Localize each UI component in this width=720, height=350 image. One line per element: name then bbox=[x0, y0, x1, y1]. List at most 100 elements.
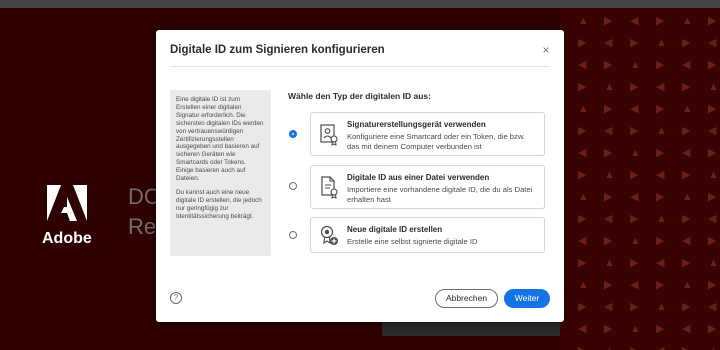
pattern-glyph: ▶ bbox=[578, 81, 587, 93]
file-certificate-icon bbox=[321, 176, 338, 199]
pattern-glyph: ▶ bbox=[682, 301, 691, 313]
pattern-glyph: ▲ bbox=[682, 191, 693, 203]
pattern-glyph: ▶ bbox=[682, 81, 691, 93]
pattern-glyph: ▶ bbox=[630, 257, 639, 269]
pattern-glyph: ▲ bbox=[578, 279, 589, 291]
pattern-glyph: ▶ bbox=[604, 191, 613, 203]
pattern-glyph: ◀ bbox=[708, 301, 717, 313]
pattern-glyph: ▶ bbox=[578, 37, 587, 49]
id-type-question: Wähle den Typ der digitalen ID aus: bbox=[288, 91, 431, 101]
pattern-glyph: ▶ bbox=[656, 235, 665, 247]
pattern-glyph: ▲ bbox=[682, 103, 693, 115]
pattern-glyph: ◀ bbox=[656, 81, 665, 93]
pattern-glyph: ▶ bbox=[630, 213, 639, 225]
pattern-glyph: ▶ bbox=[656, 59, 665, 71]
pattern-glyph: ▶ bbox=[708, 191, 717, 203]
pattern-glyph: ▶ bbox=[682, 346, 690, 350]
pattern-glyph: ◀ bbox=[630, 279, 639, 291]
pattern-glyph: ▶ bbox=[708, 103, 717, 115]
pattern-glyph: ◀ bbox=[682, 147, 691, 159]
pattern-glyph: ▶ bbox=[630, 301, 639, 313]
device-certificate-icon bbox=[320, 124, 338, 146]
pattern-glyph: ▲ bbox=[708, 346, 719, 350]
pattern-glyph: ▲ bbox=[656, 125, 667, 137]
pattern-glyph: ◀ bbox=[604, 37, 613, 49]
option-title: Neue digitale ID erstellen bbox=[347, 225, 443, 234]
pattern-glyph: ◀ bbox=[604, 125, 613, 137]
pattern-glyph: ▶ bbox=[708, 279, 717, 291]
pattern-glyph: ▶ bbox=[682, 169, 691, 181]
pattern-glyph: ▲ bbox=[708, 81, 719, 93]
window-top-bar bbox=[0, 0, 720, 8]
pattern-glyph: ◀ bbox=[682, 323, 691, 335]
pattern-glyph: ▶ bbox=[682, 125, 691, 137]
pattern-glyph: ▶ bbox=[630, 346, 638, 350]
pattern-glyph: ▲ bbox=[682, 15, 693, 27]
adobe-a-icon bbox=[47, 185, 87, 221]
pattern-glyph: ▶ bbox=[708, 235, 717, 247]
pattern-glyph: ▶ bbox=[656, 103, 665, 115]
info-text-2: Du kannst auch eine neue digitale ID ers… bbox=[176, 188, 262, 220]
pattern-glyph: ▶ bbox=[630, 125, 639, 137]
pattern-glyph: ▶ bbox=[656, 323, 665, 335]
new-id-icon bbox=[320, 225, 338, 245]
pattern-glyph: ▶ bbox=[708, 15, 717, 27]
option-title: Digitale ID aus einer Datei verwenden bbox=[347, 173, 490, 182]
pattern-glyph: ▲ bbox=[604, 169, 615, 181]
pattern-glyph: ▲ bbox=[708, 169, 719, 181]
help-icon[interactable]: ? bbox=[170, 292, 182, 304]
pattern-glyph: ◀ bbox=[578, 147, 587, 159]
pattern-glyph: ◀ bbox=[630, 15, 639, 27]
pattern-glyph: ▲ bbox=[630, 59, 641, 71]
title-divider bbox=[170, 66, 550, 67]
option-new-id[interactable]: Neue digitale ID erstellen Erstelle eine… bbox=[310, 217, 545, 253]
pattern-glyph: ▶ bbox=[578, 169, 587, 181]
pattern-glyph: ▲ bbox=[578, 15, 589, 27]
pattern-glyph: ▶ bbox=[656, 191, 665, 203]
pattern-glyph: ▲ bbox=[682, 279, 693, 291]
pattern-glyph: ▶ bbox=[604, 103, 613, 115]
background-pattern: ▲ ▶ ◀ ▶ ▲ ▶ ◀ ▶ ◀ ▶ ▲ ▶ ◀ ▶ ◀ ▶ ▲ ▶ ◀ ▶ ▲ ▶ ▲ ▶ ◀ ▶ ▲ ▶ ▲ ▶ ◀ ▶ ▲ ▶ ◀ ▶ ◀ ▶ ▲ ▶… bbox=[560, 8, 720, 350]
pattern-glyph: ▲ bbox=[630, 147, 641, 159]
pattern-glyph: ▶ bbox=[578, 213, 587, 225]
radio-new-id[interactable] bbox=[289, 231, 297, 239]
next-button[interactable]: Weiter bbox=[504, 289, 550, 308]
cancel-button[interactable]: Abbrechen bbox=[435, 289, 498, 308]
pattern-glyph: ▲ bbox=[578, 191, 589, 203]
pattern-glyph: ◀ bbox=[708, 213, 717, 225]
option-title: Signaturerstellungsgerät verwenden bbox=[347, 120, 486, 129]
pattern-glyph: ▲ bbox=[708, 257, 719, 269]
pattern-glyph: ◀ bbox=[578, 235, 587, 247]
pattern-glyph: ◀ bbox=[708, 125, 717, 137]
pattern-glyph: ▲ bbox=[656, 37, 667, 49]
option-description: Importiere eine vorhandene digitale ID, … bbox=[347, 185, 533, 204]
pattern-glyph: ◀ bbox=[708, 37, 717, 49]
background-app-title: DC Re bbox=[128, 184, 160, 239]
option-signature-device[interactable]: Signaturerstellungsgerät verwenden Konfi… bbox=[310, 112, 545, 156]
pattern-glyph: ▶ bbox=[682, 37, 691, 49]
adobe-logo: Adobe bbox=[42, 185, 92, 247]
close-icon[interactable]: × bbox=[540, 44, 552, 56]
pattern-glyph: ▶ bbox=[604, 323, 613, 335]
radio-signature-device[interactable] bbox=[289, 130, 297, 138]
radio-id-from-file[interactable] bbox=[289, 182, 297, 190]
option-description: Konfiguriere eine Smartcard oder ein Tok… bbox=[347, 132, 525, 151]
pattern-glyph: ◀ bbox=[682, 235, 691, 247]
pattern-glyph: ▶ bbox=[656, 15, 665, 27]
pattern-glyph: ▲ bbox=[656, 213, 667, 225]
dialog-title: Digitale ID zum Signieren konfigurieren bbox=[170, 44, 385, 56]
pattern-glyph: ▶ bbox=[604, 279, 613, 291]
pattern-glyph: ◀ bbox=[578, 323, 587, 335]
pattern-glyph: ▶ bbox=[578, 301, 587, 313]
pattern-glyph: ◀ bbox=[656, 257, 665, 269]
pattern-glyph: ◀ bbox=[604, 301, 613, 313]
pattern-glyph: ▶ bbox=[604, 235, 613, 247]
option-id-from-file[interactable]: Digitale ID aus einer Datei verwenden Im… bbox=[310, 165, 545, 209]
pattern-glyph: ▶ bbox=[630, 169, 639, 181]
info-text-1: Eine digitale ID ist zum Erstellen einer… bbox=[176, 96, 264, 183]
pattern-glyph: ▶ bbox=[656, 279, 665, 291]
pattern-glyph: ▶ bbox=[578, 346, 586, 350]
pattern-glyph: ▲ bbox=[604, 81, 615, 93]
pattern-glyph: ▲ bbox=[630, 323, 641, 335]
pattern-glyph: ◀ bbox=[630, 103, 639, 115]
